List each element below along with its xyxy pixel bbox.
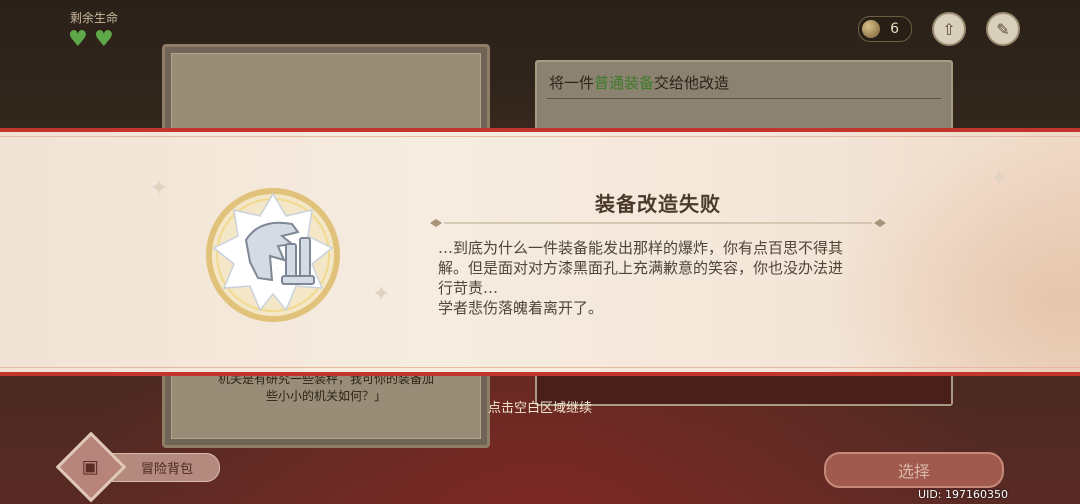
task-divider — [547, 98, 941, 99]
sparkle-icon: ✦ — [150, 176, 169, 201]
ornament-divider — [430, 219, 886, 227]
banner-body: …到底为什么一件装备能发出那样的爆炸，你有点百思不得其 解。但是面对对方漆黑面孔… — [438, 238, 878, 318]
continue-hint[interactable]: 点击空白区域继续 — [0, 397, 1080, 416]
banner-body-line: 解。但是面对对方漆黑面孔上充满歉意的笑容，你也没办法进 — [438, 259, 844, 277]
coin-icon — [862, 20, 881, 38]
coin-count: 6 — [890, 21, 899, 37]
result-banner: ✦ ✦ ✦ 装备改造失败 …到底为什么一件装备能发出那样的爆炸，你有点百思不得其… — [0, 128, 1080, 376]
task-title: 将一件普通装备交给他改造 — [549, 72, 729, 93]
coin-counter: 6 — [858, 16, 912, 42]
document-edit-icon: ✎ — [996, 19, 1010, 39]
adventure-bag-button[interactable]: ▣ 冒险背包 — [55, 431, 221, 503]
banner-body-line: 行苛责… — [438, 279, 499, 297]
heart-icon: ♥ — [68, 27, 88, 52]
sparkle-icon: ✦ — [990, 166, 1009, 191]
lives-label: 剩余生命 — [70, 11, 119, 25]
adventure-bag-label: 冒险背包 — [112, 452, 221, 482]
failed-equipment-emblem-icon — [206, 188, 340, 322]
heart-icon: ♥ — [94, 27, 114, 52]
task-title-highlight: 普通装备 — [594, 74, 655, 92]
log-button[interactable]: ✎ — [986, 12, 1020, 46]
upload-button[interactable]: ⇧ — [932, 12, 966, 46]
lives-hearts: ♥ ♥ — [68, 27, 116, 52]
banner-body-line: …到底为什么一件装备能发出那样的爆炸，你有点百思不得其 — [438, 239, 844, 257]
banner-body-line: 学者悲伤落魄着离开了。 — [438, 299, 604, 317]
upload-icon: ⇧ — [942, 19, 956, 39]
task-title-prefix: 将一件 — [549, 74, 595, 92]
uid-label: UID: 197160350 — [918, 488, 1008, 501]
sparkle-icon: ✦ — [372, 282, 391, 307]
choose-button[interactable]: 选择 — [824, 452, 1004, 488]
top-right-controls: 6 ⇧ ✎ — [858, 12, 1020, 46]
banner-title: 装备改造失败 — [595, 192, 721, 216]
task-title-suffix: 交给他改造 — [654, 74, 730, 92]
